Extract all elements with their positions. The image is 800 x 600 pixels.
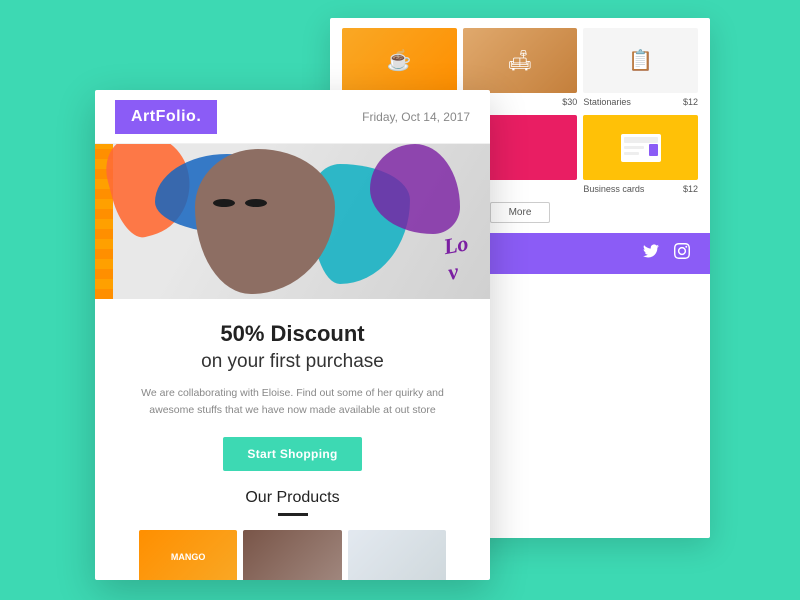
mini-product-stationery	[348, 530, 446, 580]
discount-heading: 50% Discount	[135, 321, 450, 347]
product-name-stat: Stationaries	[583, 97, 631, 107]
discount-subheading: on your first purchase	[135, 351, 450, 373]
header-date: Friday, Oct 14, 2017	[362, 110, 470, 124]
front-card: ArtFolio. Friday, Oct 14, 2017 Lov 50% D…	[95, 90, 490, 580]
our-products-title: Our Products	[135, 489, 450, 507]
graffiti-eye-right	[245, 199, 267, 207]
discount-description: We are collaborating with Eloise. Find o…	[135, 385, 450, 419]
mini-products-grid: MANGO	[135, 530, 450, 580]
product-thumb-home: 🛋	[463, 28, 578, 93]
discount-bold: 50% Discount	[220, 321, 364, 346]
product-thumb-bizcard	[583, 115, 698, 180]
product-label-bizcard: Business cards $12	[583, 184, 698, 194]
instagram-icon	[674, 243, 690, 264]
graffiti-art: Lov	[95, 144, 490, 299]
product-item-stat: 📋 Stationaries $12	[583, 28, 698, 107]
mini-product-home	[243, 530, 341, 580]
graffiti-eye-left	[213, 199, 235, 207]
product-thumb-drink: ☕	[342, 28, 457, 93]
more-button[interactable]: More	[490, 202, 551, 223]
logo: ArtFolio.	[115, 100, 217, 134]
card-body: 50% Discount on your first purchase We a…	[95, 299, 490, 580]
twitter-icon	[643, 244, 659, 263]
product-price-bizcard: $12	[683, 184, 698, 194]
mini-product-mango: MANGO	[139, 530, 237, 580]
product-thumb-stat: 📋	[583, 28, 698, 93]
product-price-stat: $12	[683, 97, 698, 107]
title-underline	[278, 513, 308, 516]
card-header: ArtFolio. Friday, Oct 14, 2017	[95, 90, 490, 144]
scene: ☕ Drink $40 🛋 Home $30 📋 St	[0, 0, 800, 600]
hero-image: Lov	[95, 144, 490, 299]
product-label-stat: Stationaries $12	[583, 97, 698, 107]
product-name-bizcard: Business cards	[583, 184, 644, 194]
product-price-home: $30	[562, 97, 577, 107]
product-item-bizcard: Business cards $12	[583, 115, 698, 194]
start-shopping-button[interactable]: Start Shopping	[223, 437, 361, 471]
